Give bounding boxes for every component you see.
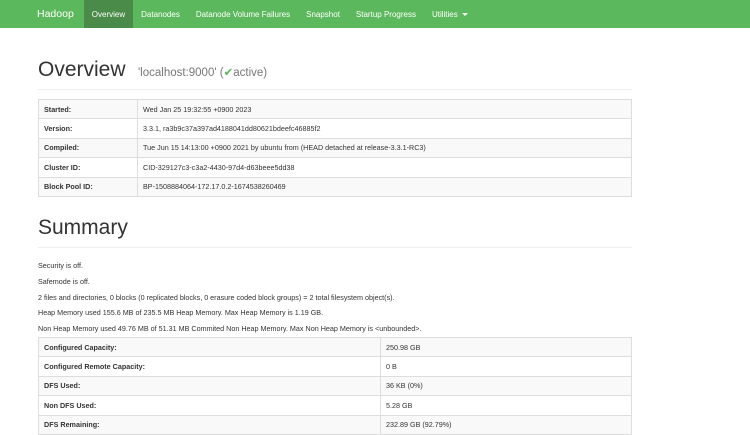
nav-overview-label: Overview — [91, 9, 126, 19]
nav-overview[interactable]: Overview — [83, 0, 134, 28]
summary-header: Summary — [38, 214, 632, 248]
table-row: Configured Remote Capacity: 0 B — [38, 356, 632, 377]
safemode-status: Safemode is off. — [38, 276, 90, 286]
info-key: Version: — [38, 118, 138, 139]
summary-value: 250.98 GB — [380, 336, 632, 358]
table-row: Started: Wed Jan 25 19:32:55 +0900 2023 — [38, 98, 632, 120]
summary-title: Summary — [38, 216, 128, 239]
table-row: Cluster ID: CID-329127c3-c3a2-4430-97d4-d… — [38, 157, 632, 178]
info-key: Cluster ID: — [38, 157, 138, 178]
info-key: Block Pool ID: — [38, 176, 138, 197]
table-row: Compiled: Tue Jun 15 14:13:00 +0900 2021 … — [38, 137, 632, 159]
table-row: Block Pool ID: BP-1508884064-172.17.0.2-1… — [38, 176, 632, 197]
brand-logo[interactable]: Hadoop — [0, 0, 84, 28]
overview-info-table: Started: Wed Jan 25 19:32:55 +0900 2023 V… — [38, 98, 632, 197]
table-row: Configured Capacity: 250.98 GB — [38, 336, 632, 358]
non-heap-memory: Non Heap Memory used 49.76 MB of 51.31 M… — [38, 324, 422, 334]
summary-key: Configured Capacity: — [38, 336, 381, 358]
overview-header: Overview 'localhost:9000' (✔active) — [38, 56, 632, 90]
summary-value: 232.89 GB (92.79%) — [380, 414, 632, 435]
check-icon: ✔ — [223, 67, 234, 79]
info-key: Compiled: — [38, 137, 138, 159]
nav-snapshot[interactable]: Snapshot — [298, 0, 348, 28]
info-value: Wed Jan 25 19:32:55 +0900 2023 — [137, 98, 632, 120]
nav-startup-progress-label: Startup Progress — [355, 9, 416, 19]
nav-utilities-label: Utilities — [431, 9, 458, 19]
page-title: Overview — [38, 58, 126, 81]
status-text: active) — [233, 67, 268, 79]
heap-memory: Heap Memory used 155.6 MB of 235.5 MB He… — [38, 308, 324, 318]
table-row: Non DFS Used: 5.28 GB — [38, 395, 632, 416]
table-row: DFS Used: 36 KB (0%) — [38, 375, 632, 397]
summary-value: 36 KB (0%) — [380, 375, 632, 397]
nav-datanode-volume-failures[interactable]: Datanode Volume Failures — [188, 0, 298, 28]
nav-datanodes[interactable]: Datanodes — [133, 0, 188, 28]
summary-key: Configured Remote Capacity: — [38, 356, 381, 377]
summary-value: 5.28 GB — [380, 395, 632, 416]
summary-capacity-table: Configured Capacity: 250.98 GB Configured… — [38, 336, 632, 435]
info-value: CID-329127c3-c3a2-4430-97d4-d63beee5dd38 — [137, 157, 632, 178]
caret-down-icon — [461, 12, 468, 16]
filesystem-objects: 2 files and directories, 0 blocks (0 rep… — [38, 292, 395, 302]
summary-key: Non DFS Used: — [38, 395, 381, 416]
nav-snapshot-label: Snapshot — [306, 9, 340, 19]
table-row: DFS Remaining: 232.89 GB (92.79%) — [38, 414, 632, 435]
summary-status-lines: Security is off. Safemode is off. 2 file… — [38, 258, 421, 337]
namenode-host: 'localhost:9000' (✔active) — [138, 67, 267, 79]
info-value: 3.3.1, ra3b9c37a397ad4188041dd80621bdeef… — [137, 118, 632, 139]
table-row: Version: 3.3.1, ra3b9c37a397ad4188041dd80… — [38, 118, 632, 139]
summary-key: DFS Used: — [38, 375, 381, 397]
nav-datanodes-label: Datanodes — [141, 9, 180, 19]
info-value: BP-1508884064-172.17.0.2-1674538260469 — [137, 176, 632, 197]
summary-key: DFS Remaining: — [38, 414, 381, 435]
info-key: Started: — [38, 98, 138, 120]
nav-utilities-dropdown[interactable]: Utilities — [424, 0, 476, 28]
top-navbar: Hadoop Overview Datanodes Datanode Volum… — [0, 0, 750, 28]
security-status: Security is off. — [38, 261, 84, 270]
summary-value: 0 B — [380, 356, 632, 377]
nav-volume-failures-label: Datanode Volume Failures — [195, 9, 291, 19]
host-address: 'localhost:9000' — [137, 67, 217, 79]
info-value: Tue Jun 15 14:13:00 +0900 2021 by ubuntu… — [137, 137, 632, 159]
nav-startup-progress[interactable]: Startup Progress — [348, 0, 424, 28]
